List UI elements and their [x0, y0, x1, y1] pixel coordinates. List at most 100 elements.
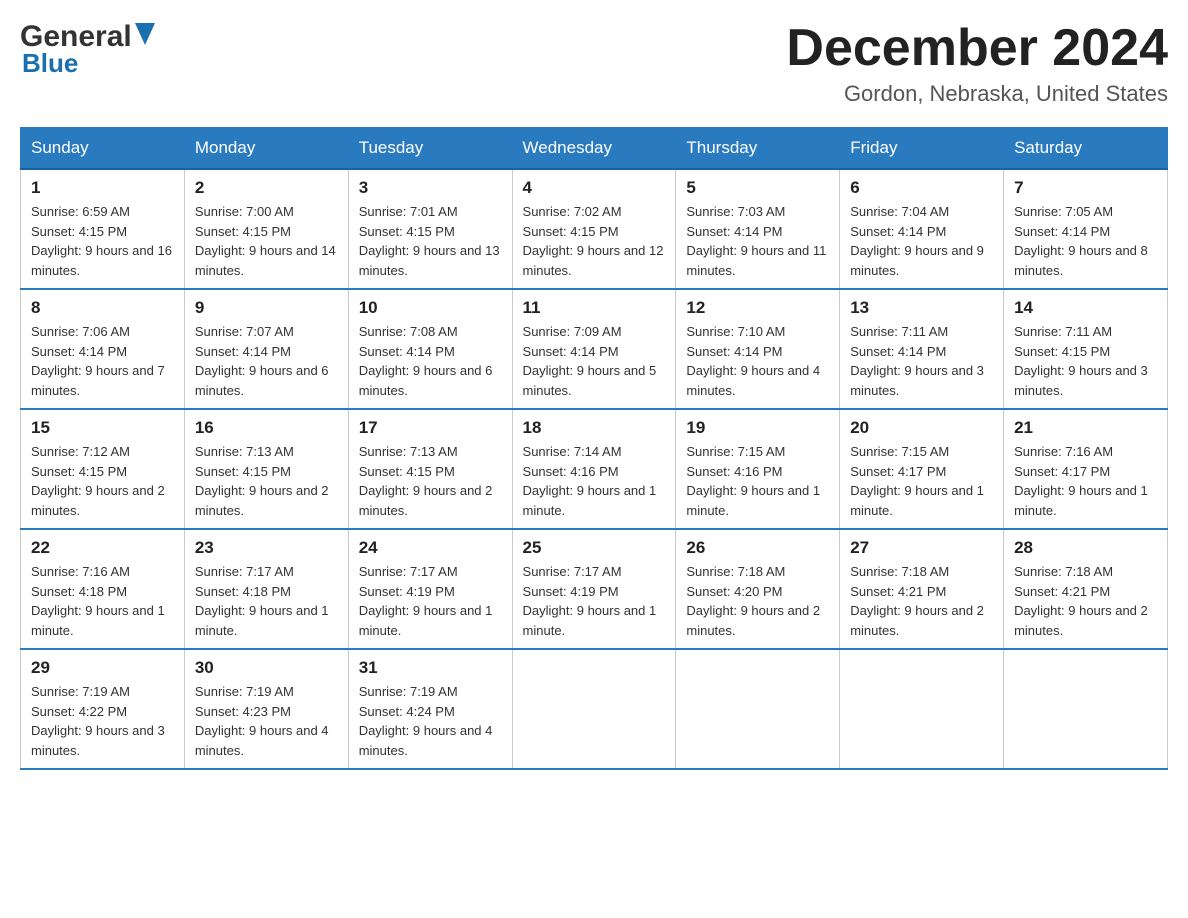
table-row: 14 Sunrise: 7:11 AMSunset: 4:15 PMDayligh… [1004, 289, 1168, 409]
calendar-week-row: 29 Sunrise: 7:19 AMSunset: 4:22 PMDayligh… [21, 649, 1168, 769]
day-number: 29 [31, 658, 174, 678]
day-info: Sunrise: 7:14 AMSunset: 4:16 PMDaylight:… [523, 442, 666, 520]
day-info: Sunrise: 7:18 AMSunset: 4:21 PMDaylight:… [1014, 562, 1157, 640]
day-info: Sunrise: 7:15 AMSunset: 4:17 PMDaylight:… [850, 442, 993, 520]
day-number: 12 [686, 298, 829, 318]
table-row: 18 Sunrise: 7:14 AMSunset: 4:16 PMDayligh… [512, 409, 676, 529]
calendar-body: 1Sunrise: 6:59 AMSunset: 4:15 PMDaylight… [21, 169, 1168, 769]
day-number: 9 [195, 298, 338, 318]
day-number: 20 [850, 418, 993, 438]
col-tuesday: Tuesday [348, 128, 512, 170]
day-info: Sunrise: 7:07 AMSunset: 4:14 PMDaylight:… [195, 322, 338, 400]
day-info: Sunrise: 7:17 AMSunset: 4:18 PMDaylight:… [195, 562, 338, 640]
day-info: Sunrise: 7:12 AMSunset: 4:15 PMDaylight:… [31, 442, 174, 520]
day-number: 18 [523, 418, 666, 438]
table-row: 24 Sunrise: 7:17 AMSunset: 4:19 PMDayligh… [348, 529, 512, 649]
day-number: 11 [523, 298, 666, 318]
day-info: Sunrise: 7:00 AMSunset: 4:15 PMDaylight:… [195, 202, 338, 280]
day-number: 30 [195, 658, 338, 678]
table-row: 29 Sunrise: 7:19 AMSunset: 4:22 PMDayligh… [21, 649, 185, 769]
table-row: 2 Sunrise: 7:00 AMSunset: 4:15 PMDaylight… [184, 169, 348, 289]
day-info: Sunrise: 7:18 AMSunset: 4:20 PMDaylight:… [686, 562, 829, 640]
day-info: Sunrise: 7:03 AMSunset: 4:14 PMDaylight:… [686, 202, 829, 280]
day-number: 26 [686, 538, 829, 558]
col-wednesday: Wednesday [512, 128, 676, 170]
day-info: Sunrise: 7:16 AMSunset: 4:18 PMDaylight:… [31, 562, 174, 640]
col-monday: Monday [184, 128, 348, 170]
day-number: 17 [359, 418, 502, 438]
table-row [676, 649, 840, 769]
calendar-week-row: 1Sunrise: 6:59 AMSunset: 4:15 PMDaylight… [21, 169, 1168, 289]
col-saturday: Saturday [1004, 128, 1168, 170]
day-info: Sunrise: 7:17 AMSunset: 4:19 PMDaylight:… [359, 562, 502, 640]
table-row: 21 Sunrise: 7:16 AMSunset: 4:17 PMDayligh… [1004, 409, 1168, 529]
day-info: Sunrise: 7:10 AMSunset: 4:14 PMDaylight:… [686, 322, 829, 400]
day-info: Sunrise: 7:13 AMSunset: 4:15 PMDaylight:… [359, 442, 502, 520]
day-number: 21 [1014, 418, 1157, 438]
page-header: General Blue December 2024 Gordon, Nebra… [20, 20, 1168, 107]
table-row: 11 Sunrise: 7:09 AMSunset: 4:14 PMDayligh… [512, 289, 676, 409]
calendar-table: Sunday Monday Tuesday Wednesday Thursday… [20, 127, 1168, 770]
day-info: Sunrise: 7:01 AMSunset: 4:15 PMDaylight:… [359, 202, 502, 280]
day-info: Sunrise: 7:19 AMSunset: 4:24 PMDaylight:… [359, 682, 502, 760]
table-row: 17 Sunrise: 7:13 AMSunset: 4:15 PMDayligh… [348, 409, 512, 529]
calendar-week-row: 8 Sunrise: 7:06 AMSunset: 4:14 PMDaylight… [21, 289, 1168, 409]
col-sunday: Sunday [21, 128, 185, 170]
table-row: 27 Sunrise: 7:18 AMSunset: 4:21 PMDayligh… [840, 529, 1004, 649]
table-row: 26 Sunrise: 7:18 AMSunset: 4:20 PMDayligh… [676, 529, 840, 649]
table-row: 3 Sunrise: 7:01 AMSunset: 4:15 PMDaylight… [348, 169, 512, 289]
day-info: Sunrise: 7:19 AMSunset: 4:22 PMDaylight:… [31, 682, 174, 760]
day-info: Sunrise: 7:06 AMSunset: 4:14 PMDaylight:… [31, 322, 174, 400]
day-number: 27 [850, 538, 993, 558]
month-title: December 2024 [786, 20, 1168, 77]
day-number: 16 [195, 418, 338, 438]
day-number: 13 [850, 298, 993, 318]
table-row: 9 Sunrise: 7:07 AMSunset: 4:14 PMDaylight… [184, 289, 348, 409]
calendar-week-row: 22 Sunrise: 7:16 AMSunset: 4:18 PMDayligh… [21, 529, 1168, 649]
day-info: Sunrise: 7:17 AMSunset: 4:19 PMDaylight:… [523, 562, 666, 640]
day-info: Sunrise: 7:08 AMSunset: 4:14 PMDaylight:… [359, 322, 502, 400]
day-number: 3 [359, 178, 502, 198]
day-info: Sunrise: 7:15 AMSunset: 4:16 PMDaylight:… [686, 442, 829, 520]
table-row [840, 649, 1004, 769]
day-info: Sunrise: 7:05 AMSunset: 4:14 PMDaylight:… [1014, 202, 1157, 280]
day-number: 5 [686, 178, 829, 198]
table-row: 1Sunrise: 6:59 AMSunset: 4:15 PMDaylight… [21, 169, 185, 289]
day-number: 24 [359, 538, 502, 558]
table-row: 23Sunrise: 7:17 AMSunset: 4:18 PMDayligh… [184, 529, 348, 649]
day-number: 15 [31, 418, 174, 438]
table-row: 30 Sunrise: 7:19 AMSunset: 4:23 PMDayligh… [184, 649, 348, 769]
day-number: 31 [359, 658, 502, 678]
table-row: 5 Sunrise: 7:03 AMSunset: 4:14 PMDaylight… [676, 169, 840, 289]
day-number: 28 [1014, 538, 1157, 558]
day-info: Sunrise: 7:11 AMSunset: 4:15 PMDaylight:… [1014, 322, 1157, 400]
day-info: Sunrise: 7:16 AMSunset: 4:17 PMDaylight:… [1014, 442, 1157, 520]
table-row: 16 Sunrise: 7:13 AMSunset: 4:15 PMDayligh… [184, 409, 348, 529]
day-number: 22 [31, 538, 174, 558]
calendar-week-row: 15 Sunrise: 7:12 AMSunset: 4:15 PMDayligh… [21, 409, 1168, 529]
day-number: 8 [31, 298, 174, 318]
day-number: 6 [850, 178, 993, 198]
day-info: Sunrise: 7:18 AMSunset: 4:21 PMDaylight:… [850, 562, 993, 640]
table-row: 4Sunrise: 7:02 AMSunset: 4:15 PMDaylight… [512, 169, 676, 289]
day-info: Sunrise: 7:09 AMSunset: 4:14 PMDaylight:… [523, 322, 666, 400]
day-info: Sunrise: 7:02 AMSunset: 4:15 PMDaylight:… [523, 202, 666, 280]
location-subtitle: Gordon, Nebraska, United States [786, 81, 1168, 107]
day-info: Sunrise: 7:19 AMSunset: 4:23 PMDaylight:… [195, 682, 338, 760]
table-row: 19 Sunrise: 7:15 AMSunset: 4:16 PMDayligh… [676, 409, 840, 529]
logo-blue-text: Blue [22, 48, 78, 79]
day-number: 25 [523, 538, 666, 558]
day-number: 7 [1014, 178, 1157, 198]
day-number: 2 [195, 178, 338, 198]
table-row: 12 Sunrise: 7:10 AMSunset: 4:14 PMDayligh… [676, 289, 840, 409]
day-number: 1 [31, 178, 174, 198]
table-row: 20 Sunrise: 7:15 AMSunset: 4:17 PMDayligh… [840, 409, 1004, 529]
day-number: 14 [1014, 298, 1157, 318]
day-info: Sunrise: 7:11 AMSunset: 4:14 PMDaylight:… [850, 322, 993, 400]
day-number: 19 [686, 418, 829, 438]
col-friday: Friday [840, 128, 1004, 170]
table-row: 7 Sunrise: 7:05 AMSunset: 4:14 PMDaylight… [1004, 169, 1168, 289]
col-thursday: Thursday [676, 128, 840, 170]
logo-triangle-icon [135, 23, 155, 50]
day-info: Sunrise: 7:13 AMSunset: 4:15 PMDaylight:… [195, 442, 338, 520]
